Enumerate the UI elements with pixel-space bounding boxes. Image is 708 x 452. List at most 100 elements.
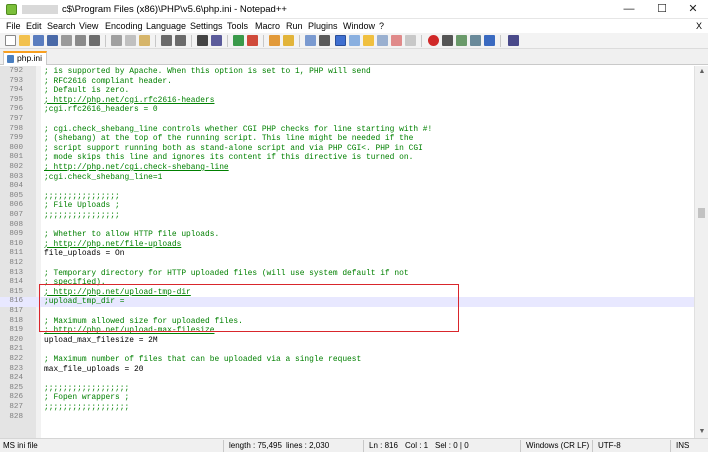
document-map-icon[interactable]	[391, 35, 402, 46]
menu-view[interactable]: View	[79, 21, 98, 31]
code-line[interactable]: 799 ; (shebang) at the top of the running…	[0, 134, 694, 144]
tab-php-ini[interactable]: php.ini	[3, 51, 47, 65]
open-file-icon[interactable]	[19, 35, 30, 46]
code-line[interactable]: 792 ; is supported by Apache. When this o…	[0, 67, 694, 77]
close-button[interactable]: ✕	[678, 0, 708, 19]
status-selection: Sel : 0 | 0	[435, 441, 469, 450]
code-line[interactable]: 803 ;cgi.check_shebang_line=1	[0, 173, 694, 183]
sync-vertical-icon[interactable]	[269, 35, 280, 46]
record-macro-icon[interactable]	[428, 35, 439, 46]
code-line[interactable]: 827;;;;;;;;;;;;;;;;;;	[0, 403, 694, 413]
status-separator	[223, 440, 224, 452]
function-list-icon[interactable]	[363, 35, 374, 46]
code-line[interactable]: 809 ; Whether to allow HTTP file uploads.	[0, 230, 694, 240]
playback-icon[interactable]	[456, 35, 467, 46]
menu-tools[interactable]: Tools	[227, 21, 248, 31]
line-number: 795	[9, 95, 23, 104]
code-line[interactable]: 812	[0, 259, 694, 269]
code-line[interactable]: 800 ; script support running both as stan…	[0, 144, 694, 154]
menu-window[interactable]: Window	[343, 21, 375, 31]
code-line[interactable]: 805;;;;;;;;;;;;;;;;	[0, 192, 694, 202]
menu-help[interactable]: ?	[379, 21, 384, 31]
code-link-text[interactable]: ; http://php.net/cgi.rfc2616-headers	[44, 96, 214, 106]
vertical-scrollbar[interactable]: ▲ ▼	[694, 66, 708, 438]
word-wrap-icon[interactable]	[305, 35, 316, 46]
sync-horizontal-icon[interactable]	[283, 35, 294, 46]
menu-search[interactable]: Search	[47, 21, 76, 31]
code-line[interactable]: 821	[0, 345, 694, 355]
code-line[interactable]: 798 ; cgi.check_shebang_line controls whe…	[0, 125, 694, 135]
code-line[interactable]: 806 ; File Uploads ;	[0, 201, 694, 211]
code-line[interactable]: 804	[0, 182, 694, 192]
menu-edit[interactable]: Edit	[26, 21, 42, 31]
monitoring-icon[interactable]	[405, 35, 416, 46]
code-line[interactable]: 810 ; http://php.net/file-uploads	[0, 240, 694, 250]
save-all-icon[interactable]	[47, 35, 58, 46]
code-line[interactable]: 795 ; http://php.net/cgi.rfc2616-headers	[0, 96, 694, 106]
code-line[interactable]: 826 ; Fopen wrappers ;	[0, 393, 694, 403]
print-icon[interactable]	[89, 35, 100, 46]
save-macro-icon[interactable]	[484, 35, 495, 46]
replace-icon[interactable]	[211, 35, 222, 46]
menu-file[interactable]: File	[6, 21, 21, 31]
undo-icon[interactable]	[161, 35, 172, 46]
scroll-up-arrow-icon[interactable]: ▲	[695, 66, 708, 78]
save-icon[interactable]	[33, 35, 44, 46]
close-file-icon[interactable]	[61, 35, 72, 46]
close-all-icon[interactable]	[75, 35, 86, 46]
code-line[interactable]: 822 ; Maximum number of files that can be…	[0, 355, 694, 365]
menu-macro[interactable]: Macro	[255, 21, 280, 31]
new-file-icon[interactable]	[5, 35, 16, 46]
code-line[interactable]: 813 ; Temporary directory for HTTP upload…	[0, 269, 694, 279]
code-text: ; Temporary directory for HTTP uploaded …	[44, 268, 409, 278]
code-line[interactable]: 797	[0, 115, 694, 125]
stop-recording-icon[interactable]	[442, 35, 453, 46]
cut-icon[interactable]	[111, 35, 122, 46]
show-all-characters-icon[interactable]	[319, 35, 330, 46]
status-encoding[interactable]: UTF-8	[598, 441, 621, 450]
folder-workspace-icon[interactable]	[377, 35, 388, 46]
run-macro-multiple-icon[interactable]	[470, 35, 481, 46]
code-line[interactable]: 796 ;cgi.rfc2616_headers = 0	[0, 105, 694, 115]
code-line[interactable]: 811 file_uploads = On	[0, 249, 694, 259]
minimize-button[interactable]: —	[614, 0, 644, 19]
redo-icon[interactable]	[175, 35, 186, 46]
menu-settings[interactable]: Settings	[190, 21, 223, 31]
status-eol-format[interactable]: Windows (CR LF)	[526, 441, 589, 450]
code-line[interactable]: 828	[0, 413, 694, 423]
toolbar-separator	[500, 35, 501, 47]
status-insert-mode[interactable]: INS	[676, 441, 689, 450]
code-line[interactable]: 823 max_file_uploads = 20	[0, 365, 694, 375]
code-line[interactable]: 793 ; RFC2616 compliant header.	[0, 77, 694, 87]
spell-check-icon[interactable]	[508, 35, 519, 46]
code-line[interactable]: 807;;;;;;;;;;;;;;;;	[0, 211, 694, 221]
menu-plugins[interactable]: Plugins	[308, 21, 338, 31]
copy-icon[interactable]	[125, 35, 136, 46]
paste-icon[interactable]	[139, 35, 150, 46]
code-line[interactable]: 824	[0, 374, 694, 384]
code-link-text[interactable]: ; http://php.net/cgi.check-shebang-line	[44, 163, 229, 173]
menu-language[interactable]: Language	[146, 21, 186, 31]
indent-guide-icon[interactable]	[335, 35, 346, 46]
close-document-button[interactable]: X	[696, 21, 702, 31]
find-icon[interactable]	[197, 35, 208, 46]
code-line[interactable]: 801 ; mode skips this line and ignores it…	[0, 153, 694, 163]
maximize-button[interactable]: ☐	[647, 0, 677, 19]
code-link-text[interactable]: ; http://php.net/file-uploads	[44, 240, 181, 250]
editor-area[interactable]: 792 ; is supported by Apache. When this o…	[0, 66, 694, 438]
menu-run[interactable]: Run	[286, 21, 303, 31]
scrollbar-thumb[interactable]	[698, 208, 705, 218]
status-file-type: MS ini file	[3, 441, 38, 450]
code-line[interactable]: 802 ; http://php.net/cgi.check-shebang-li…	[0, 163, 694, 173]
language-icon[interactable]	[349, 35, 360, 46]
menu-encoding[interactable]: Encoding	[105, 21, 143, 31]
code-line[interactable]: 825;;;;;;;;;;;;;;;;;;	[0, 384, 694, 394]
line-number: 802	[9, 163, 23, 171]
code-text: ; Whether to allow HTTP file uploads.	[44, 230, 220, 240]
code-line[interactable]: 794 ; Default is zero.	[0, 86, 694, 96]
zoom-out-icon[interactable]	[247, 35, 258, 46]
code-line[interactable]: 808	[0, 221, 694, 231]
code-line[interactable]: 820 upload_max_filesize = 2M	[0, 336, 694, 346]
scroll-down-arrow-icon[interactable]: ▼	[695, 426, 708, 438]
zoom-in-icon[interactable]	[233, 35, 244, 46]
